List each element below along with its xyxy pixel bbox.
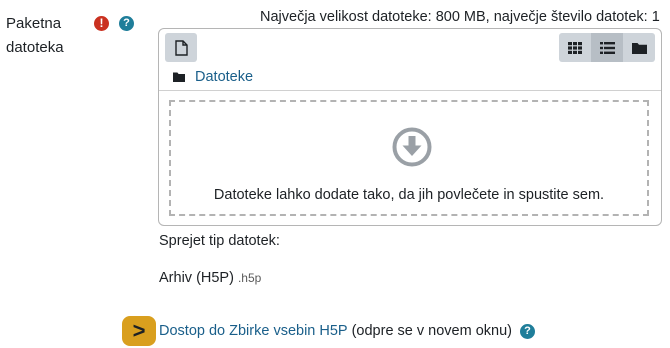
drop-zone-text: Datoteke lahko dodate tako, da jih povle… [213, 187, 605, 203]
breadcrumb-files-link[interactable]: Datoteke [195, 69, 253, 85]
view-grid-button[interactable] [559, 33, 591, 62]
view-list-button[interactable] [591, 33, 623, 62]
go-arrow-icon: > [122, 316, 156, 346]
file-limits-text: Največja velikost datoteke: 800 MB, najv… [260, 9, 660, 25]
folder-icon [631, 42, 647, 54]
drop-zone[interactable]: Datoteke lahko dodate tako, da jih povle… [169, 100, 649, 216]
accepted-type-name: Arhiv (H5P) [159, 270, 234, 286]
folder-icon [173, 72, 185, 82]
file-manager-toolbar: Datoteke [159, 29, 661, 89]
accepted-types-label: Sprejet tip datotek: [159, 233, 280, 249]
view-tree-button[interactable] [623, 33, 655, 62]
grid-icon [568, 41, 582, 54]
divider [159, 90, 661, 91]
accepted-type-item: Arhiv (H5P) .h5p [159, 270, 261, 286]
help-icon[interactable]: ? [119, 16, 134, 31]
help-icon[interactable]: ? [519, 323, 535, 339]
add-file-button[interactable] [165, 33, 197, 62]
field-label-line1: Paketna [6, 15, 62, 32]
list-icon [599, 41, 615, 54]
content-bank-access-row: > Dostop do Zbirke vsebin H5P (odpre se … [122, 315, 535, 347]
file-manager: Datoteke Datoteke lahko dodate tako, da … [158, 28, 662, 226]
accepted-type-extension: .h5p [237, 271, 262, 285]
field-label-line2: datoteka [6, 39, 64, 56]
arrow-circle-down-icon [392, 127, 432, 167]
file-icon [174, 39, 188, 56]
required-icon: ! [94, 16, 109, 31]
field-label: Paketna datoteka [6, 12, 86, 60]
view-toggle-group [559, 33, 655, 62]
breadcrumb: Datoteke [173, 68, 253, 86]
content-bank-link[interactable]: Dostop do Zbirke vsebin H5P [159, 323, 348, 339]
new-window-note: (odpre se v novem oknu) [351, 323, 512, 339]
